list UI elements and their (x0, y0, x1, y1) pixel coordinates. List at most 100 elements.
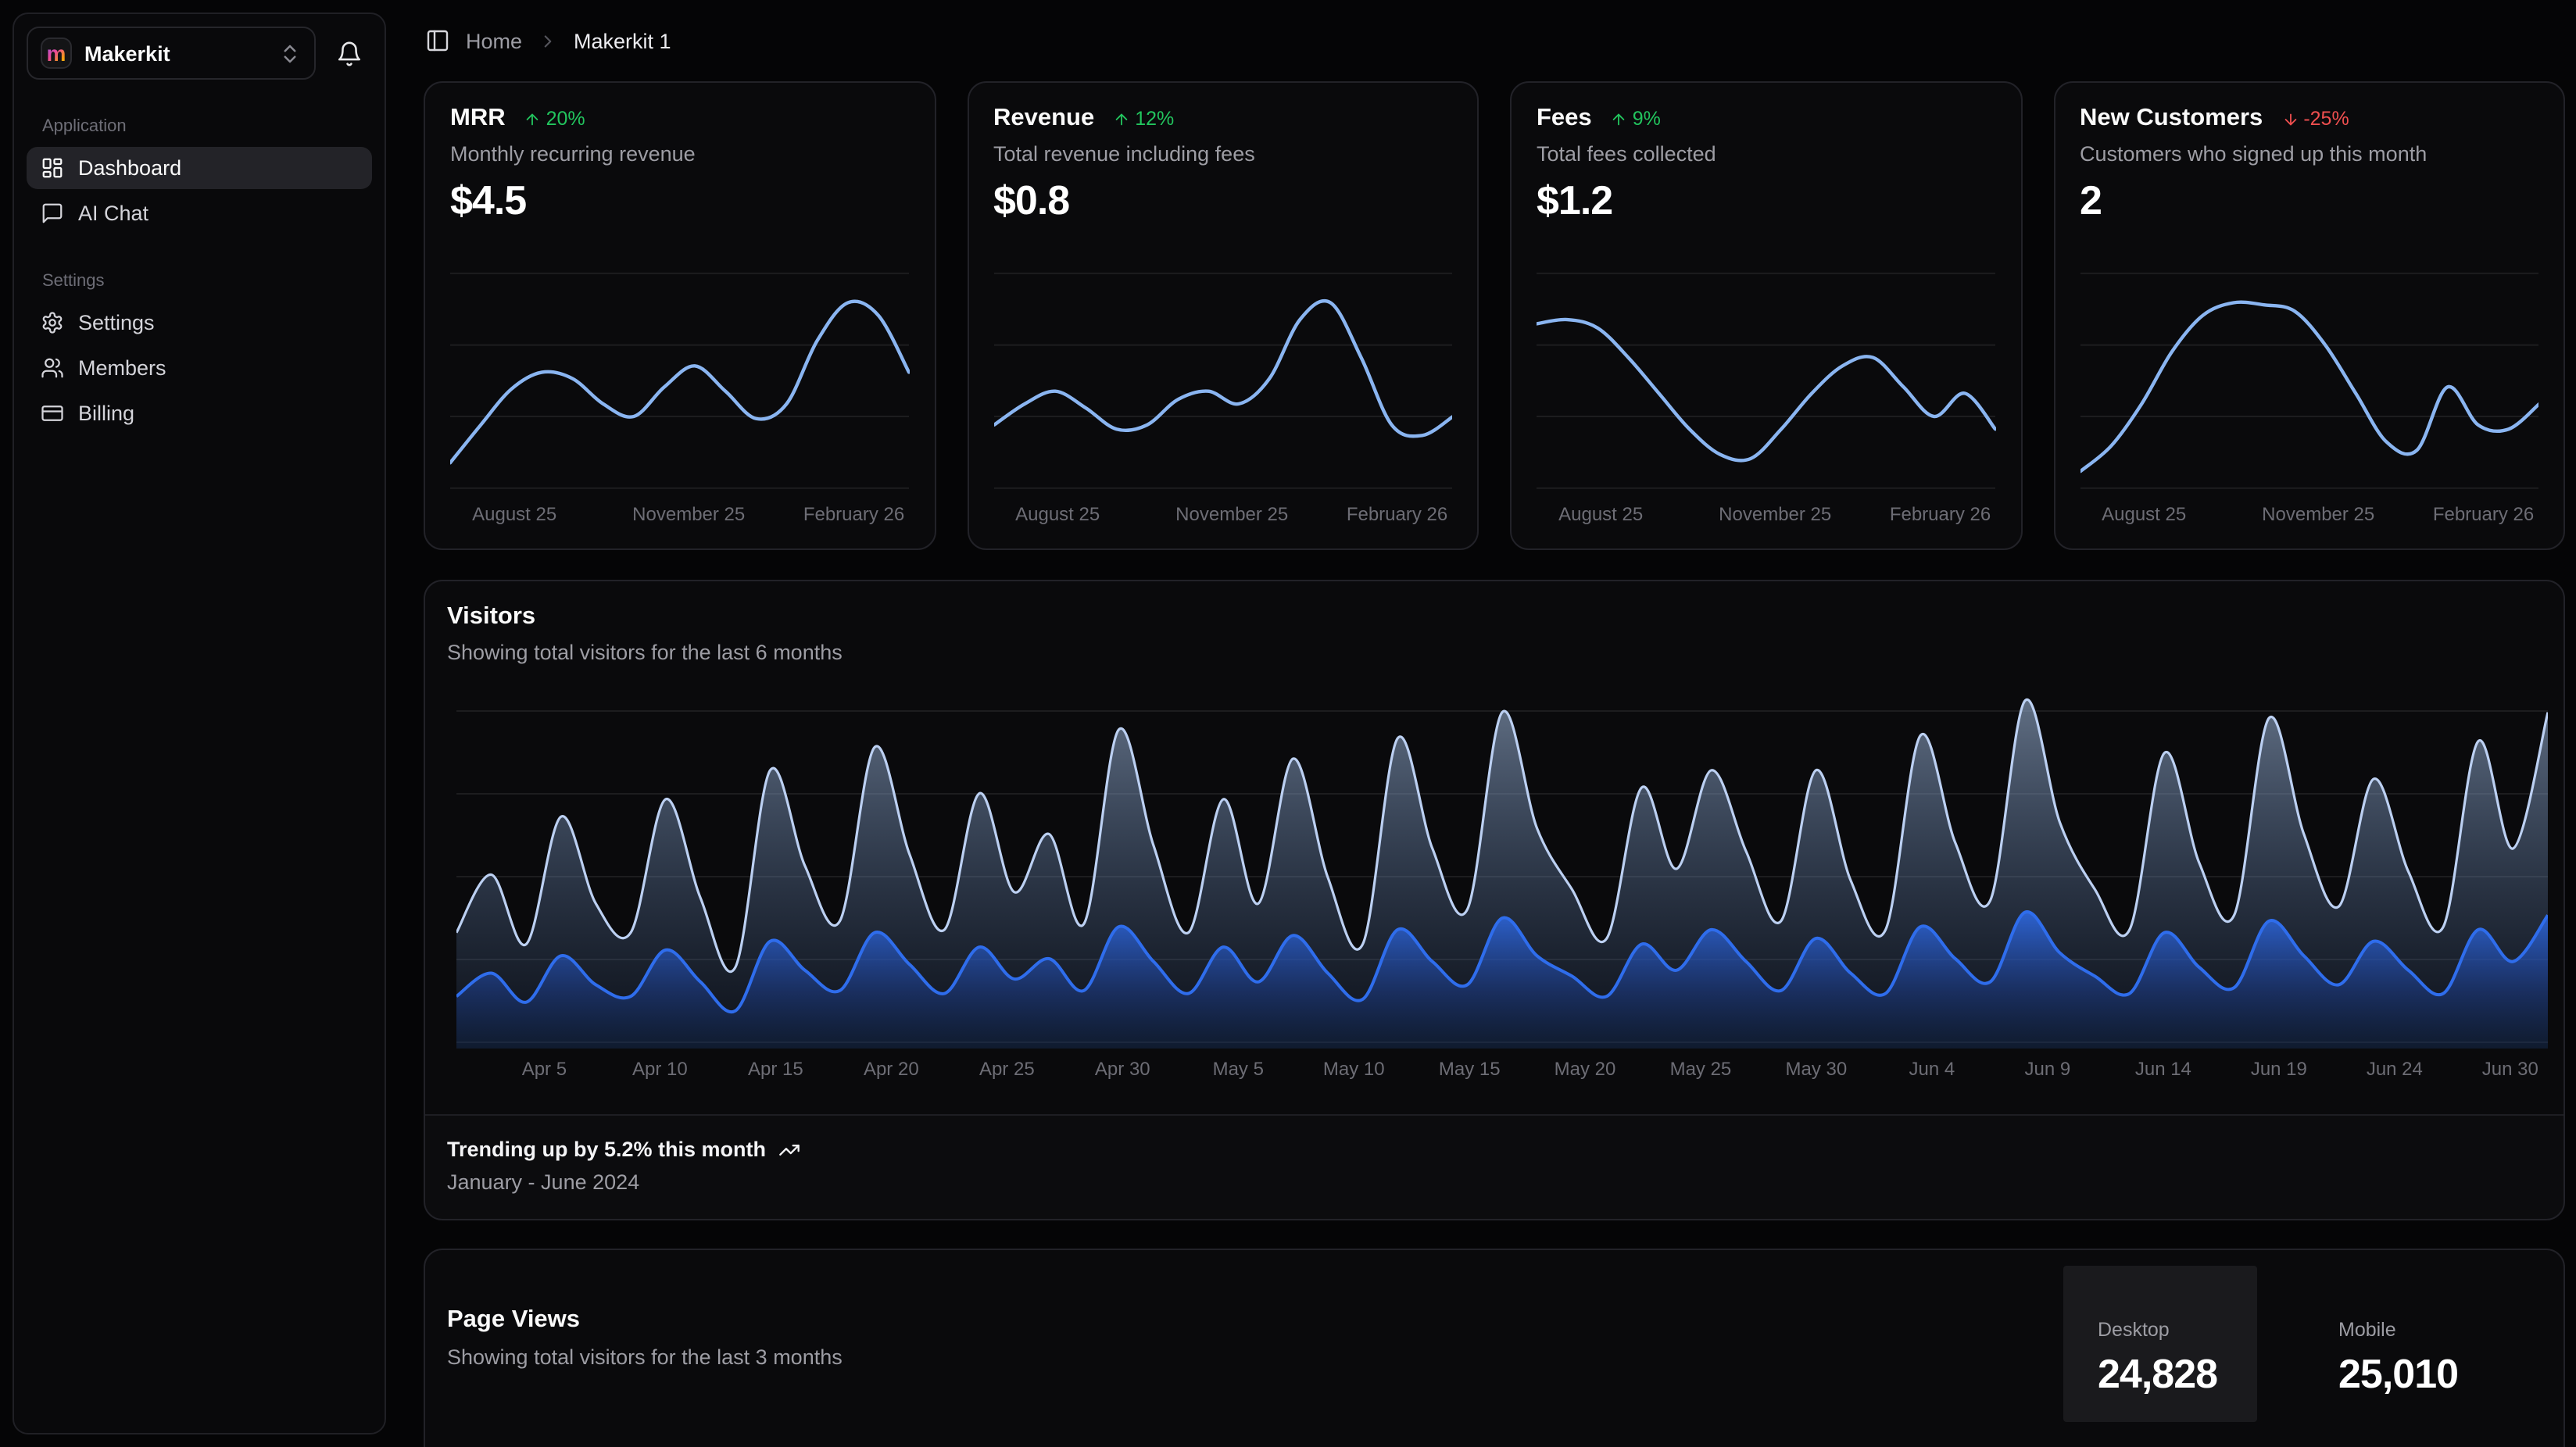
workspace-name: Makerkit (84, 41, 170, 65)
mrr-sparkline-chart: August 25November 25February 26 (450, 261, 909, 530)
x-tick-label: November 25 (1175, 503, 1288, 525)
sparkline-canvas (2080, 261, 2538, 492)
stat-card-value: 2 (2080, 177, 2538, 225)
sidebar-header: m Makerkit (27, 27, 372, 80)
message-square-icon (41, 202, 64, 225)
sidebar-item-members[interactable]: Members (27, 347, 372, 389)
series-toggle-value: 25,010 (2338, 1349, 2532, 1398)
visitors-card: Visitors Showing total visitors for the … (424, 580, 2565, 1220)
trending-up-icon (778, 1138, 800, 1160)
visitors-card-footer: Trending up by 5.2% this month January -… (425, 1114, 2563, 1219)
sparkline-canvas (993, 261, 1452, 492)
bell-icon (335, 40, 362, 66)
sidebar-item-dashboard[interactable]: Dashboard (27, 147, 372, 189)
breadcrumb-bar: Home Makerkit 1 (388, 0, 2576, 81)
visitors-chart-canvas (456, 689, 2548, 1049)
stat-card-header: Revenue 12% (993, 105, 1452, 133)
workspace-logo: m (41, 38, 72, 69)
revenue-sparkline-chart: August 25 November 25 February 26 (993, 261, 1452, 530)
x-tick-label: August 25 (1558, 503, 1643, 525)
visitors-title: Visitors (447, 603, 2563, 631)
sidebar-item-label: Dashboard (78, 156, 181, 180)
x-tick-label: August 25 (472, 503, 556, 525)
x-tick-label: May 5 (1213, 1058, 1264, 1080)
main-content: Home Makerkit 1 MRR 20% Monthly recurrin… (388, 0, 2576, 1447)
credit-card-icon (41, 402, 64, 425)
x-tick-label: Jun 19 (2251, 1058, 2307, 1080)
settings-gear-icon (41, 311, 64, 334)
stat-change-badge: 20% (524, 108, 585, 130)
notifications-button[interactable] (325, 30, 372, 77)
x-tick-label: Apr 5 (522, 1058, 567, 1080)
visitors-period-text: January - June 2024 (447, 1170, 2542, 1194)
x-tick-label: February 26 (1890, 503, 1991, 525)
sidebar-item-label: Members (78, 356, 166, 380)
stat-change-badge: 9% (1611, 108, 1661, 130)
visitors-x-axis: Apr 5Apr 10Apr 15Apr 20Apr 25Apr 30May 5… (456, 1049, 2548, 1083)
stat-card-value: $0.8 (993, 177, 1452, 225)
x-tick-label: November 25 (1719, 503, 1831, 525)
page-views-header: Page Views Showing total visitors for th… (425, 1250, 843, 1447)
app-root: m Makerkit ApplicationDashboardAI ChatSe… (0, 0, 2576, 1447)
sidebar-item-billing[interactable]: Billing (27, 392, 372, 434)
workspace-switcher[interactable]: m Makerkit (27, 27, 316, 80)
x-tick-label: February 26 (1347, 503, 1447, 525)
series-toggle-mobile[interactable]: Mobile25,010 (2298, 1266, 2532, 1422)
stat-card-value: $4.5 (450, 177, 909, 225)
sidebar-item-settings[interactable]: Settings (27, 302, 372, 344)
stat-change-badge: 12% (1113, 108, 1174, 130)
x-tick-label: August 25 (2102, 503, 2186, 525)
sidebar-group-settings: Settings Settings Members Billing (27, 272, 372, 434)
stat-card-title: MRR (450, 105, 506, 133)
sidebar-group-label: Settings (27, 272, 372, 291)
sparkline-canvas (1537, 261, 1995, 492)
stat-card-fees: Fees 9% Total fees collected $1.2 August… (1510, 81, 2022, 550)
x-tick-label: Jun 30 (2482, 1058, 2538, 1080)
series-toggle-value: 24,828 (2098, 1349, 2257, 1398)
x-tick-label: August 25 (1015, 503, 1100, 525)
x-tick-label: Jun 24 (2367, 1058, 2423, 1080)
stat-card-value: $1.2 (1537, 177, 1995, 225)
fees-sparkline-chart: August 25 November 25 February 26 (1537, 261, 1995, 530)
layout-dashboard-icon (41, 156, 64, 180)
sidebar-item-ai-chat[interactable]: AI Chat (27, 192, 372, 234)
visitors-trend-text: Trending up by 5.2% this month (447, 1138, 766, 1161)
stat-card-title: Revenue (993, 105, 1094, 133)
x-tick-label: May 15 (1439, 1058, 1501, 1080)
sidebar-item-label: Billing (78, 402, 134, 425)
visitors-area-chart: Apr 5Apr 10Apr 15Apr 20Apr 25Apr 30May 5… (456, 689, 2548, 1083)
sparkline-x-axis: August 25 November 25 February 26 (2080, 503, 2538, 527)
arrow-down-icon (2281, 110, 2299, 127)
sparkline-x-axis: August 25 November 25 February 26 (1537, 503, 1995, 527)
arrow-up-icon (1611, 110, 1628, 127)
stat-card-description: Total fees collected (1537, 142, 1995, 166)
breadcrumb-home-link[interactable]: Home (466, 29, 522, 52)
sidebar: m Makerkit ApplicationDashboardAI ChatSe… (13, 13, 386, 1434)
stat-card-description: Total revenue including fees (993, 142, 1452, 166)
sidebar-toggle-button[interactable] (425, 28, 450, 53)
users-icon (41, 356, 64, 380)
chevron-right-icon (538, 30, 558, 51)
page-views-series-toggles: Desktop 24,828 Mobile25,010 (2063, 1266, 2532, 1447)
breadcrumb-current-page: Makerkit 1 (574, 29, 671, 52)
sidebar-item-label: AI Chat (78, 202, 148, 225)
stat-cards-row: MRR 20% Monthly recurring revenue $4.5 A… (388, 81, 2576, 550)
stat-card-header: New Customers -25% (2080, 105, 2538, 133)
series-toggle-label: Desktop (2098, 1318, 2257, 1340)
x-tick-label: Apr 10 (632, 1058, 688, 1080)
x-tick-label: May 30 (1786, 1058, 1848, 1080)
x-tick-label: November 25 (2262, 503, 2374, 525)
visitors-subtitle: Showing total visitors for the last 6 mo… (447, 641, 2563, 664)
page-views-title: Page Views (447, 1306, 843, 1334)
page-views-subtitle: Showing total visitors for the last 3 mo… (447, 1345, 843, 1369)
stat-card-title: Fees (1537, 105, 1592, 133)
visitors-card-header: Visitors Showing total visitors for the … (425, 581, 2563, 664)
sidebar-group-application: ApplicationDashboardAI Chat (27, 117, 372, 234)
series-toggle-desktop[interactable]: Desktop 24,828 (2063, 1266, 2257, 1422)
workspace-logo-letter: m (47, 42, 66, 64)
stat-card-header: MRR 20% (450, 105, 909, 133)
stat-card-header: Fees 9% (1537, 105, 1995, 133)
stat-card-description: Customers who signed up this month (2080, 142, 2538, 166)
x-tick-label: Apr 20 (864, 1058, 919, 1080)
x-tick-label: February 26 (2433, 503, 2534, 525)
